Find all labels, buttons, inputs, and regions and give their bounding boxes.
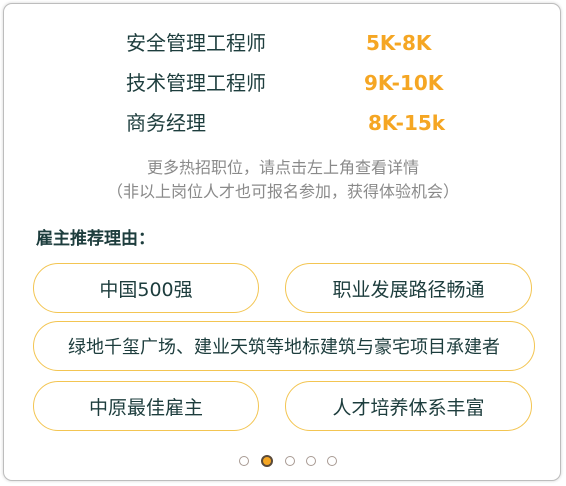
pagination-dot[interactable]: [285, 456, 295, 466]
job-row[interactable]: 技术管理工程师 9K-10K: [126, 68, 526, 98]
job-row[interactable]: 商务经理 8K-15k: [126, 108, 526, 138]
job-salary: 8K-15k: [368, 111, 446, 135]
job-salary: 9K-10K: [364, 71, 444, 95]
job-title: 技术管理工程师: [126, 71, 266, 95]
job-title: 安全管理工程师: [126, 31, 266, 55]
pagination-dot[interactable]: [239, 456, 249, 466]
reason-pill: 人才培养体系丰富: [285, 381, 532, 431]
reason-pill: 绿地千玺广场、建业天筑等地标建筑与豪宅项目承建者: [33, 321, 535, 371]
job-salary: 5K-8K: [366, 31, 432, 55]
pagination-dot-active[interactable]: [261, 455, 273, 467]
job-title: 商务经理: [126, 111, 206, 135]
pagination-dot[interactable]: [327, 456, 337, 466]
more-jobs-hint: 更多热招职位，请点击左上角查看详情: [146, 158, 419, 177]
reasons-heading: 雇主推荐理由：: [36, 229, 155, 249]
reason-pill: 中国500强: [33, 263, 259, 313]
more-jobs-note: （非以上岗位人才也可报名参加，获得体验机会）: [106, 182, 459, 201]
job-row[interactable]: 安全管理工程师 5K-8K: [126, 28, 526, 58]
carousel-pagination: [0, 455, 566, 469]
pagination-dot[interactable]: [306, 456, 316, 466]
reason-pill: 职业发展路径畅通: [285, 263, 532, 313]
reason-pill: 中原最佳雇主: [33, 381, 259, 431]
